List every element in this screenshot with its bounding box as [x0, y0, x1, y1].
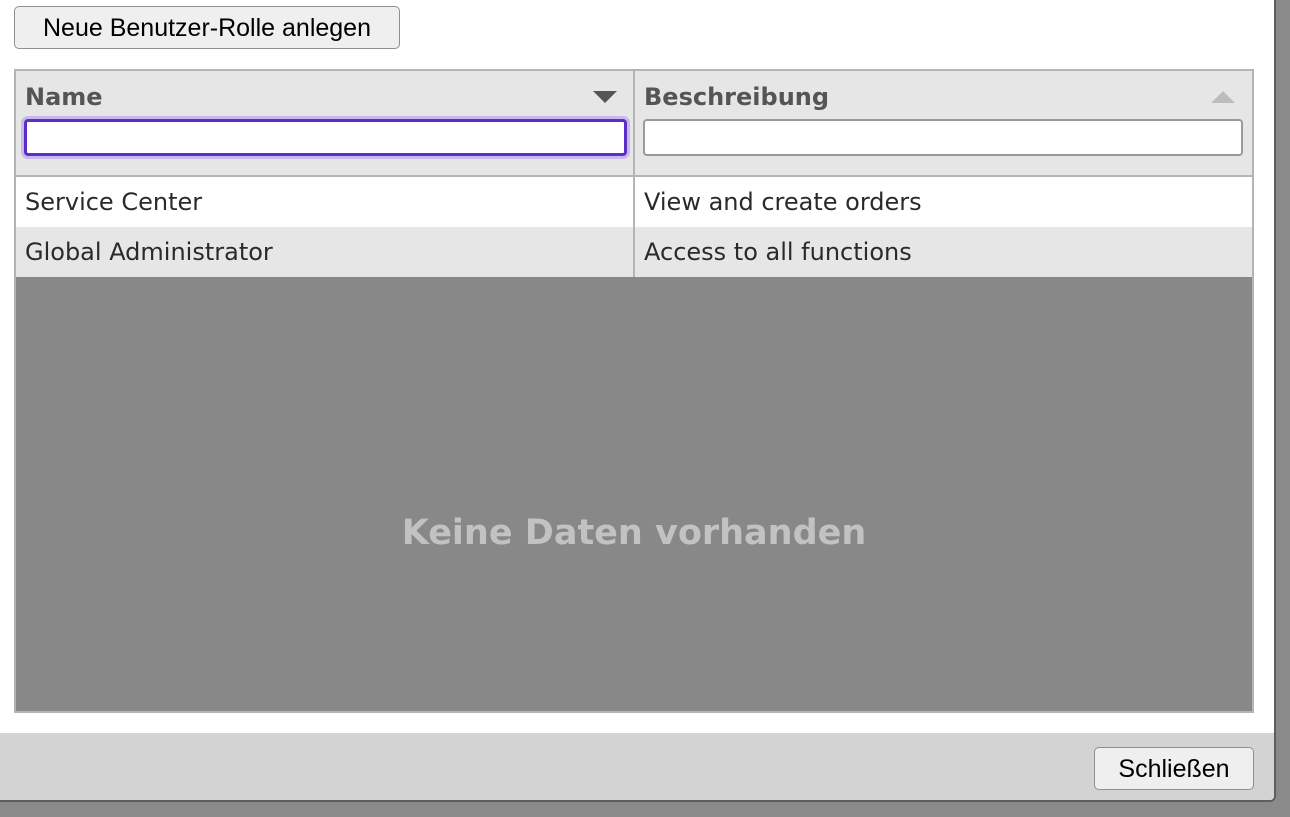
- column-title-description: Beschreibung: [644, 83, 830, 111]
- cell-name: Service Center: [16, 177, 635, 227]
- description-filter-input[interactable]: [643, 119, 1243, 156]
- roles-grid: Name Beschreibung Service Center View an…: [14, 69, 1254, 713]
- cell-description: View and create orders: [644, 188, 922, 216]
- sort-descending-icon[interactable]: [593, 91, 617, 103]
- user-roles-dialog: Neue Benutzer-Rolle anlegen Name Beschre…: [0, 0, 1276, 802]
- grid-header: Name Beschreibung: [16, 71, 1252, 177]
- sort-ascending-icon[interactable]: [1211, 91, 1235, 103]
- column-title-name: Name: [25, 83, 103, 111]
- table-row[interactable]: Service Center View and create orders: [16, 177, 1252, 227]
- table-row[interactable]: Global Administrator Access to all funct…: [16, 227, 1252, 277]
- cell-name: Global Administrator: [16, 227, 635, 277]
- grid-rows: Service Center View and create orders Gl…: [16, 177, 1252, 277]
- new-user-role-button[interactable]: Neue Benutzer-Rolle anlegen: [14, 6, 400, 49]
- cell-description: Access to all functions: [644, 238, 912, 266]
- dialog-footer: Schließen: [0, 733, 1274, 800]
- column-header-description[interactable]: Beschreibung: [635, 71, 1252, 175]
- close-button[interactable]: Schließen: [1094, 747, 1254, 790]
- name-filter-input[interactable]: [24, 119, 627, 156]
- column-header-name[interactable]: Name: [16, 71, 635, 175]
- no-data-message: Keine Daten vorhanden: [401, 513, 867, 553]
